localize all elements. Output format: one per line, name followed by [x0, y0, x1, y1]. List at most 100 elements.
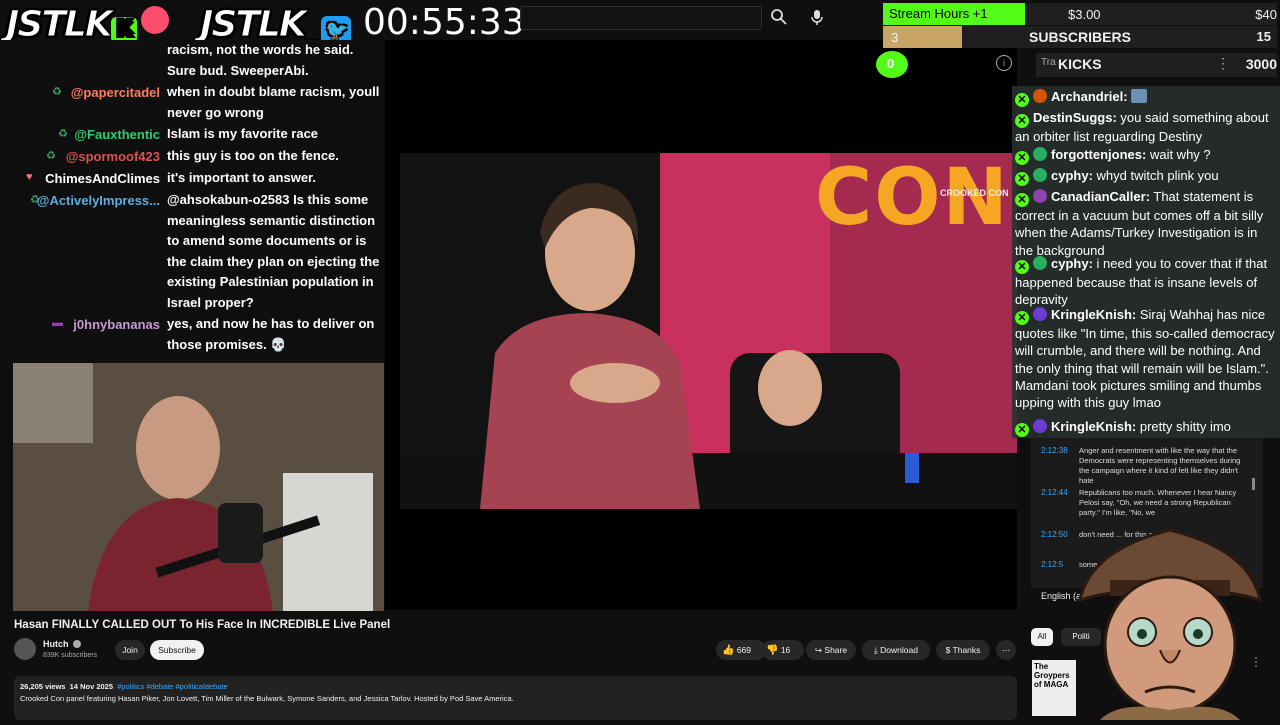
avatar: [1033, 189, 1047, 203]
transcript-timestamp[interactable]: 2:12:38: [1041, 446, 1068, 455]
chat-message-text: racism, not the words he said. Sure bud.…: [167, 42, 354, 78]
mascot-character-overlay: [1060, 510, 1280, 720]
channel-avatar[interactable]: [14, 638, 36, 660]
like-count: 669: [736, 645, 752, 655]
chat-username[interactable]: cyphy:: [1051, 256, 1093, 271]
avatar: [1033, 307, 1047, 321]
chat-message: ✕ cyphy: i need you to cover that if that…: [1015, 255, 1277, 309]
chat-message-text: it's important to answer.: [167, 170, 317, 185]
avatar: [1033, 147, 1047, 161]
record-badge-icon: [140, 6, 169, 34]
chat-username[interactable]: ChimesAndClimes: [0, 171, 160, 186]
youtube-live-chat: racism, not the words he said. Sure bud.…: [0, 40, 385, 360]
transcript-partial-label: Tra: [1041, 57, 1056, 68]
upload-date: 14 Nov 2025: [69, 682, 114, 691]
goal-count: 0: [887, 56, 895, 71]
chat-username[interactable]: forgottenjones:: [1051, 147, 1146, 162]
transcript-timestamp[interactable]: 2:12:44: [1041, 488, 1068, 497]
chat-message-text: yes, and now he has to deliver on those …: [167, 316, 375, 352]
chat-username[interactable]: CanadianCaller:: [1051, 189, 1150, 204]
chat-username[interactable]: DestinSuggs:: [1033, 110, 1117, 125]
view-count: 26,205 views: [20, 682, 66, 691]
chat-message-text: whyd twitch plink you: [1096, 168, 1219, 183]
transcript-scrollbar[interactable]: [1252, 478, 1255, 490]
goal-label: KICKS: [1058, 56, 1102, 72]
chat-message-text: Siraj Wahhaj has nice quotes like "In ti…: [1015, 307, 1275, 411]
chat-username[interactable]: @papercitadel: [0, 85, 160, 100]
thanks-label: Thanks: [952, 645, 981, 655]
dislike-button[interactable]: 👎 16: [762, 640, 804, 660]
transcript-text[interactable]: Anger and resentment with like the way t…: [1079, 446, 1247, 486]
dislike-count: 16: [780, 645, 791, 655]
chat-message-text: @ahsokabun-o2583 Is this some meaningles…: [167, 192, 380, 310]
download-icon: ⤓: [874, 645, 878, 655]
more-options-icon[interactable]: ⋮: [1216, 55, 1230, 72]
chat-username[interactable]: @spormoof423: [0, 149, 160, 164]
chat-username[interactable]: @ActivelyImpress...: [0, 193, 160, 208]
chat-message: ✕ Archandriel:: [1015, 88, 1277, 107]
kick-badge-icon: ✕: [1015, 193, 1029, 207]
crooked-con-logo: CROOKED CON: [940, 188, 1009, 198]
chip-all[interactable]: All: [1031, 628, 1053, 646]
con-sign-text: CON: [815, 153, 1010, 243]
chat-username[interactable]: @Fauxthentic: [0, 127, 160, 142]
subscribe-button[interactable]: Subscribe: [150, 640, 204, 660]
share-icon: ↪: [814, 645, 823, 655]
chat-username[interactable]: KringleKnish:: [1051, 307, 1136, 322]
chat-message-text: pretty shitty imo: [1139, 419, 1231, 434]
chat-username[interactable]: KringleKnish:: [1051, 419, 1136, 434]
share-label: Share: [824, 645, 848, 655]
download-button[interactable]: ⤓ Download: [862, 640, 930, 660]
goal-label: Stream Hours +1: [889, 6, 988, 21]
download-label: Download: [880, 645, 918, 655]
video-frame[interactable]: CON CROOKED CON: [400, 153, 1017, 509]
verified-check-icon: [73, 640, 82, 648]
like-button[interactable]: 👍 669: [716, 640, 766, 660]
goal-count: 3: [891, 30, 899, 45]
share-button[interactable]: ↪ Share: [806, 640, 856, 660]
kick-badge-icon: ✕: [1015, 172, 1029, 186]
webcam-feed: [13, 363, 384, 611]
kick-badge-icon: ✕: [1015, 311, 1029, 325]
thanks-button[interactable]: $ Thanks: [936, 640, 990, 660]
goal-target: $40: [1255, 7, 1277, 22]
kick-badge-icon: ✕: [1015, 114, 1029, 128]
jstlk-kick-logo: JSTLK K: [6, 4, 169, 46]
hashtags[interactable]: #politics #debate #politicaldebate: [117, 682, 228, 691]
chat-message: ✕ KringleKnish: Siraj Wahhaj has nice quo…: [1015, 306, 1277, 411]
more-actions-button[interactable]: ⋯: [996, 640, 1016, 660]
kicks-goal-bar: 0 i Tra KICKS ⋮ 3000: [876, 51, 1277, 78]
goal-target: 15: [1256, 29, 1271, 44]
goal-label: SUBSCRIBERS: [1029, 29, 1131, 45]
kick-chat: ✕ Archandriel: ✕ DestinSuggs: you said som…: [1012, 86, 1280, 438]
chat-message-text: when in doubt blame racism, youll never …: [167, 84, 380, 120]
join-button[interactable]: Join: [115, 640, 145, 660]
search-input[interactable]: [520, 6, 762, 30]
chat-message-text: this guy is too on the fence.: [167, 148, 339, 163]
chat-message: ✕ cyphy: whyd twitch plink you: [1015, 167, 1277, 186]
more-horizontal-icon: ⋯: [1001, 645, 1011, 655]
goal-target: 3000: [1245, 56, 1277, 72]
stream-hours-goal-bar: Stream Hours +1 $3.00 $40: [883, 3, 1277, 25]
channel-name-wrap[interactable]: Hutch: [43, 639, 82, 649]
description-text: Crooked Con panel featuring Hasan Piker,…: [20, 694, 514, 703]
thumbs-down-icon: 👎: [766, 645, 779, 656]
thanks-icon: $: [945, 645, 951, 655]
logo-text: JSTLK: [6, 4, 114, 46]
mic-icon[interactable]: [808, 8, 826, 26]
chat-username[interactable]: cyphy:: [1051, 168, 1093, 183]
subscribers-goal-bar: 3 SUBSCRIBERS 15: [883, 26, 1277, 48]
info-icon[interactable]: i: [996, 55, 1012, 71]
thumbs-up-icon: 👍: [722, 645, 735, 656]
goal-amount: $3.00: [1068, 7, 1101, 22]
chat-message: ✕ DestinSuggs: you said something about a…: [1015, 109, 1277, 145]
description-box[interactable]: 26,205 views 14 Nov 2025 #politics #deba…: [14, 676, 1017, 720]
channel-name[interactable]: Hutch: [43, 639, 69, 649]
avatar: [1033, 256, 1047, 270]
avatar: [1033, 89, 1047, 103]
search-icon[interactable]: [770, 8, 788, 26]
chat-message: ✕ CanadianCaller: That statement is corre…: [1015, 188, 1277, 259]
chat-username[interactable]: Archandriel:: [1051, 89, 1128, 104]
chat-username[interactable]: j0hnybananas: [0, 317, 160, 332]
webcam-scene: [13, 363, 384, 611]
